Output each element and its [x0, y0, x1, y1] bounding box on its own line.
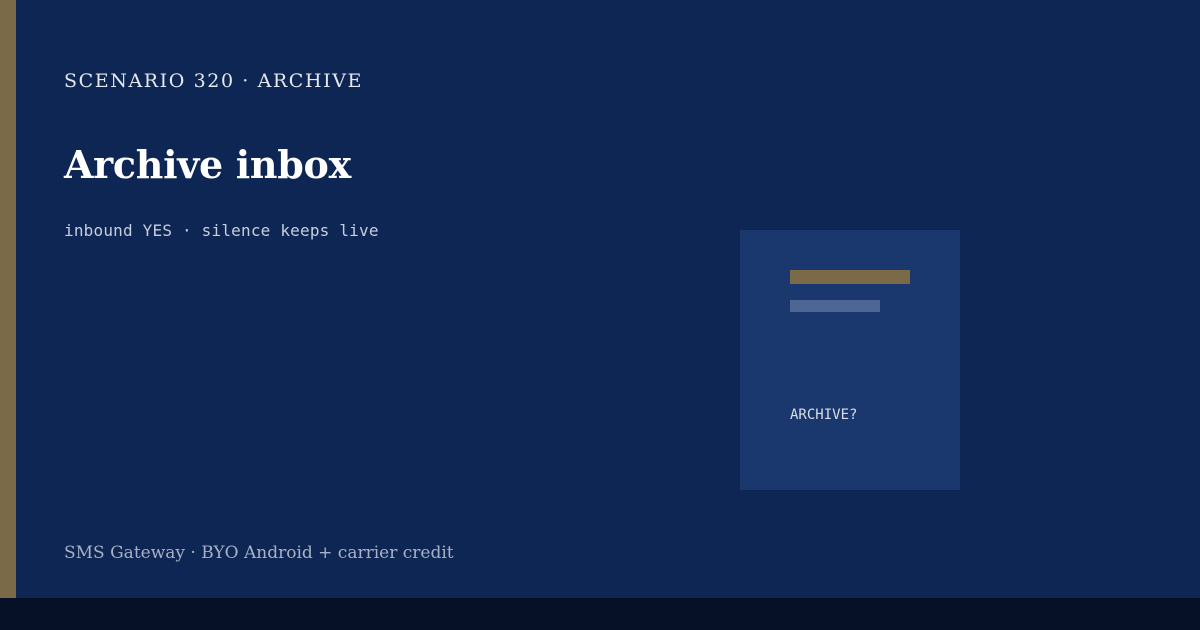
footer-caption: SMS Gateway · BYO Android + carrier cred… [64, 543, 454, 563]
card-placeholder-bar [790, 300, 880, 312]
page-subtitle: inbound YES · silence keeps live [64, 221, 379, 240]
scenario-label: SCENARIO 320 · ARCHIVE [64, 70, 364, 92]
archive-preview-card: ARCHIVE? [740, 230, 960, 490]
card-accent-bar [790, 270, 910, 284]
page-title: Archive inbox [64, 142, 351, 187]
left-accent-stripe [0, 0, 16, 598]
bottom-band [0, 598, 1200, 630]
archive-prompt: ARCHIVE? [790, 407, 858, 423]
